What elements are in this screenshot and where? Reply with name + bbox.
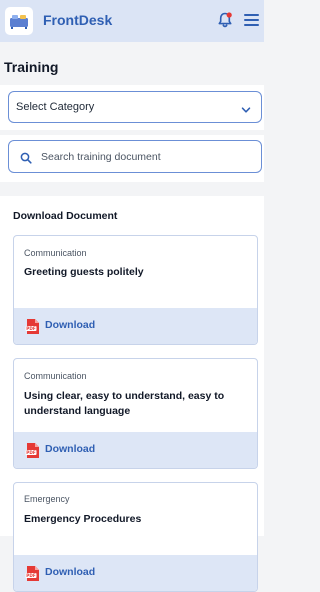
document-title: Using clear, easy to understand, easy to… bbox=[24, 390, 225, 417]
search-panel bbox=[0, 135, 264, 182]
document-category: Communication bbox=[24, 371, 87, 381]
brand-name: FrontDesk bbox=[43, 12, 113, 28]
document-title: Greeting guests politely bbox=[24, 266, 144, 278]
search-input[interactable] bbox=[41, 147, 251, 167]
document-card: Communication Greeting guests politely P… bbox=[13, 235, 258, 345]
notification-dot bbox=[226, 12, 232, 18]
document-card: Emergency Emergency Procedures PDF Downl… bbox=[13, 482, 258, 592]
chevron-down-icon bbox=[241, 102, 251, 113]
svg-text:PDF: PDF bbox=[26, 450, 36, 455]
pdf-icon: PDF bbox=[25, 565, 41, 582]
pdf-icon: PDF bbox=[25, 442, 41, 459]
documents-panel: Download Document Communication Greeting… bbox=[0, 196, 264, 592]
app-header: FrontDesk bbox=[0, 0, 264, 42]
category-select-panel: Select Category bbox=[0, 85, 264, 130]
document-card: Communication Using clear, easy to under… bbox=[13, 358, 258, 469]
bell-icon[interactable] bbox=[216, 11, 234, 29]
svg-text:PDF: PDF bbox=[26, 573, 36, 578]
pdf-icon: PDF bbox=[25, 318, 41, 335]
search-box bbox=[8, 140, 262, 173]
document-category: Communication bbox=[24, 248, 87, 258]
search-icon bbox=[20, 151, 32, 164]
download-label: Download bbox=[45, 443, 96, 455]
frontdesk-logo-icon[interactable] bbox=[5, 7, 33, 35]
category-select[interactable]: Select Category bbox=[8, 91, 262, 123]
document-title: Emergency Procedures bbox=[24, 513, 142, 525]
download-button[interactable]: PDF Download bbox=[14, 432, 257, 468]
category-select-value: Select Category bbox=[16, 101, 95, 113]
download-label: Download bbox=[45, 566, 96, 578]
section-title: Download Document bbox=[13, 210, 118, 222]
page-title: Training bbox=[4, 59, 59, 75]
hamburger-menu-icon[interactable] bbox=[243, 12, 260, 28]
download-button[interactable]: PDF Download bbox=[14, 555, 257, 591]
download-label: Download bbox=[45, 319, 96, 331]
svg-text:PDF: PDF bbox=[26, 326, 36, 331]
download-button[interactable]: PDF Download bbox=[14, 308, 257, 344]
document-category: Emergency bbox=[24, 494, 70, 504]
